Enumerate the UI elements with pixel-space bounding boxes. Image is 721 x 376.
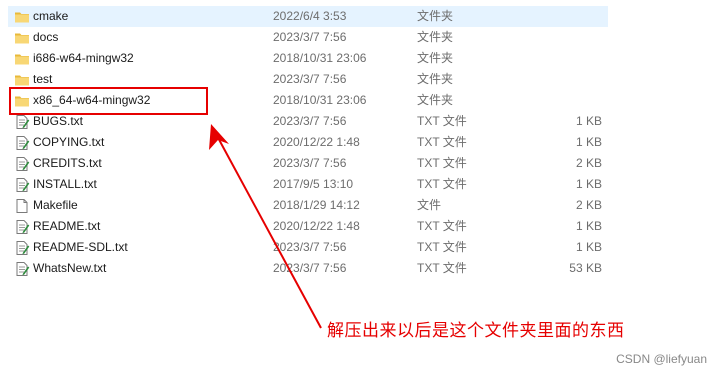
file-type: 文件 (417, 198, 442, 212)
file-type: 文件夹 (417, 9, 454, 23)
file-name: README.txt (33, 219, 101, 233)
file-type: TXT 文件 (417, 177, 467, 191)
file-row[interactable]: CREDITS.txt 2023/3/7 7:56 TXT 文件 2 KB (8, 153, 608, 174)
file-name: Makefile (33, 198, 78, 212)
file-date-modified: 2018/10/31 23:06 (273, 51, 367, 65)
file-row[interactable]: COPYING.txt 2020/12/22 1:48 TXT 文件 1 KB (8, 132, 608, 153)
file-size: 1 KB (575, 177, 602, 191)
file-type: 文件夹 (417, 72, 454, 86)
text-file-icon (14, 219, 30, 235)
folder-icon (14, 51, 30, 67)
file-type: TXT 文件 (417, 240, 467, 254)
highlight-box-x86-64-folder (9, 87, 208, 115)
explorer-screenshot: cmake 2022/6/4 3:53 文件夹 docs 2023/3/7 7:… (0, 0, 721, 376)
file-date-modified: 2023/3/7 7:56 (273, 240, 347, 254)
file-name: cmake (33, 9, 69, 23)
annotation-text: 解压出来以后是这个文件夹里面的东西 (327, 321, 625, 341)
file-name: docs (33, 30, 59, 44)
text-file-icon (14, 177, 30, 193)
file-size: 2 KB (575, 156, 602, 170)
file-name: CREDITS.txt (33, 156, 102, 170)
folder-icon (14, 9, 30, 25)
file-type: TXT 文件 (417, 114, 467, 128)
file-row[interactable]: docs 2023/3/7 7:56 文件夹 (8, 27, 608, 48)
file-date-modified: 2023/3/7 7:56 (273, 114, 347, 128)
file-date-modified: 2023/3/7 7:56 (273, 156, 347, 170)
file-row[interactable]: WhatsNew.txt 2023/3/7 7:56 TXT 文件 53 KB (8, 258, 608, 279)
file-date-modified: 2020/12/22 1:48 (273, 219, 360, 233)
file-type: 文件夹 (417, 30, 454, 44)
file-row[interactable]: i686-w64-mingw32 2018/10/31 23:06 文件夹 (8, 48, 608, 69)
file-date-modified: 2020/12/22 1:48 (273, 135, 360, 149)
file-date-modified: 2018/1/29 14:12 (273, 198, 360, 212)
file-type: TXT 文件 (417, 135, 467, 149)
file-type: TXT 文件 (417, 261, 467, 275)
file-size: 1 KB (575, 114, 602, 128)
folder-icon (14, 72, 30, 88)
file-size: 1 KB (575, 240, 602, 254)
file-name: WhatsNew.txt (33, 261, 107, 275)
file-size: 2 KB (575, 198, 602, 212)
file-date-modified: 2022/6/4 3:53 (273, 9, 347, 23)
blank-file-icon (14, 198, 30, 214)
file-type: TXT 文件 (417, 156, 467, 170)
file-date-modified: 2018/10/31 23:06 (273, 93, 367, 107)
text-file-icon (14, 114, 30, 130)
folder-icon (14, 30, 30, 46)
file-name: INSTALL.txt (33, 177, 97, 191)
file-name: README-SDL.txt (33, 240, 128, 254)
file-name: COPYING.txt (33, 135, 105, 149)
text-file-icon (14, 156, 30, 172)
text-file-icon (14, 135, 30, 151)
file-size: 1 KB (575, 135, 602, 149)
file-row[interactable]: Makefile 2018/1/29 14:12 文件 2 KB (8, 195, 608, 216)
file-date-modified: 2023/3/7 7:56 (273, 30, 347, 44)
file-date-modified: 2017/9/5 13:10 (273, 177, 354, 191)
file-row[interactable]: README.txt 2020/12/22 1:48 TXT 文件 1 KB (8, 216, 608, 237)
watermark: CSDN @liefyuan (616, 352, 707, 366)
file-type: 文件夹 (417, 51, 454, 65)
file-row[interactable]: INSTALL.txt 2017/9/5 13:10 TXT 文件 1 KB (8, 174, 608, 195)
text-file-icon (14, 261, 30, 277)
file-date-modified: 2023/3/7 7:56 (273, 261, 347, 275)
file-type: TXT 文件 (417, 219, 467, 233)
file-row[interactable]: cmake 2022/6/4 3:53 文件夹 (8, 6, 608, 27)
file-row[interactable]: README-SDL.txt 2023/3/7 7:56 TXT 文件 1 KB (8, 237, 608, 258)
file-size: 1 KB (575, 219, 602, 233)
file-list: cmake 2022/6/4 3:53 文件夹 docs 2023/3/7 7:… (8, 6, 608, 279)
file-name: i686-w64-mingw32 (33, 51, 134, 65)
file-date-modified: 2023/3/7 7:56 (273, 72, 347, 86)
file-type: 文件夹 (417, 93, 454, 107)
text-file-icon (14, 240, 30, 256)
file-size: 53 KB (569, 261, 602, 275)
